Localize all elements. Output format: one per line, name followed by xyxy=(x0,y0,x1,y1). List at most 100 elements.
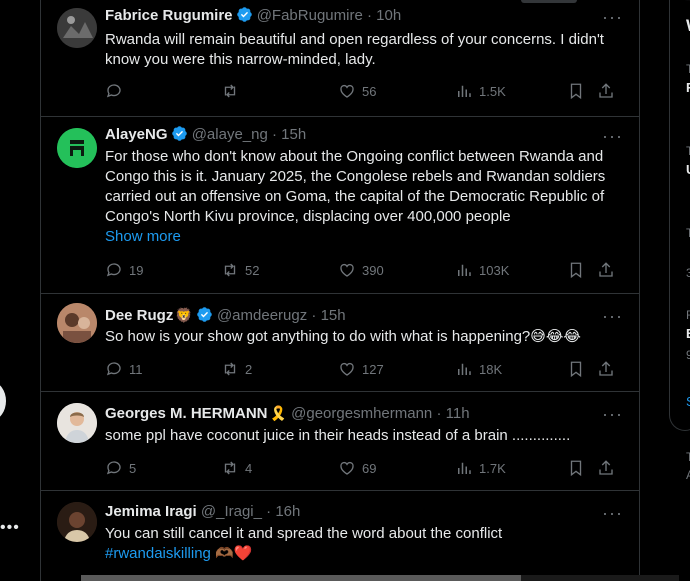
share-button[interactable] xyxy=(597,458,615,478)
separator-dot: · xyxy=(311,307,317,324)
tweet-text: You can still cancel it and spread the w… xyxy=(105,525,503,542)
retweet-button[interactable]: 52 xyxy=(221,260,259,280)
left-more-icon[interactable]: ••• xyxy=(0,520,20,536)
tweet[interactable]: Dee Rugz 🦁 @amdeerugz · 15h ··· So how is… xyxy=(41,293,639,392)
views-button[interactable]: 1.5K xyxy=(455,81,506,101)
lion-emoji-badge: 🦁 xyxy=(175,307,193,323)
sidebar-footer-fragment[interactable]: A xyxy=(686,468,690,482)
tweet-header: Jemima Iragi @_Iragi_ · 16h xyxy=(105,502,300,522)
left-sidebar-edge: ••• xyxy=(0,0,40,581)
tweet-header: Fabrice Rugumire @FabRugumire · 10h xyxy=(105,6,401,26)
display-name[interactable]: Fabrice Rugumire xyxy=(105,7,233,24)
user-handle[interactable]: @FabRugumire xyxy=(257,7,363,24)
retweet-icon xyxy=(224,461,236,475)
scrollbar-thumb[interactable] xyxy=(81,575,521,581)
bookmark-button[interactable] xyxy=(567,359,585,379)
heart-icon xyxy=(340,84,354,98)
separator-dot: · xyxy=(436,405,442,422)
reply-button[interactable]: 19 xyxy=(105,260,143,280)
timestamp[interactable]: 16h xyxy=(275,503,300,520)
emoji-text: 🫶🏾❤️ xyxy=(215,545,253,562)
sidebar-fragment[interactable]: E xyxy=(686,326,690,341)
tweet-text: some ppl have coconut juice in their hea… xyxy=(105,427,571,444)
tweet-text-line2: #rwandaiskilling 🫶🏾❤️ xyxy=(105,544,625,564)
more-options-icon[interactable]: ··· xyxy=(602,307,623,325)
sidebar-fragment: T xyxy=(686,226,690,240)
bookmark-button[interactable] xyxy=(567,81,585,101)
avatar[interactable] xyxy=(57,403,97,443)
share-icon xyxy=(599,460,613,475)
tweet[interactable]: Fabrice Rugumire @FabRugumire · 10h ··· … xyxy=(41,0,639,117)
sidebar-footer-fragment[interactable]: T xyxy=(686,450,690,464)
display-name[interactable]: Jemima Iragi xyxy=(105,503,197,520)
sidebar-fragment: T xyxy=(686,62,690,76)
tweet-actions: 5 4 69 1.7K xyxy=(105,458,623,478)
share-button[interactable] xyxy=(597,81,615,101)
reply-icon xyxy=(106,84,121,98)
horizontal-scrollbar[interactable] xyxy=(81,575,679,581)
bookmark-icon xyxy=(570,460,582,477)
bookmark-button[interactable] xyxy=(567,458,585,478)
timestamp[interactable]: 11h xyxy=(446,405,470,422)
reply-button[interactable]: 5 xyxy=(105,458,136,478)
like-button[interactable]: 390 xyxy=(338,260,384,280)
timestamp[interactable]: 15h xyxy=(321,307,346,324)
tweet[interactable]: Jemima Iragi @_Iragi_ · 16h ··· You can … xyxy=(41,490,639,581)
views-icon xyxy=(458,363,471,375)
sidebar-fragment[interactable]: U xyxy=(686,162,690,177)
display-name[interactable]: AlayeNG xyxy=(105,126,168,143)
retweet-button[interactable]: 2 xyxy=(221,359,252,379)
sidebar-show-more-link[interactable]: S xyxy=(686,394,690,409)
like-button[interactable]: 69 xyxy=(338,458,376,478)
views-icon xyxy=(458,85,471,97)
like-button[interactable]: 56 xyxy=(338,81,376,101)
display-name[interactable]: Dee Rugz xyxy=(105,307,173,324)
tweet-header: AlayeNG @alaye_ng · 15h xyxy=(105,125,306,145)
user-handle[interactable]: @alaye_ng xyxy=(192,126,268,143)
sidebar-fragment: 3 xyxy=(686,266,690,280)
more-options-icon[interactable]: ··· xyxy=(602,8,623,26)
retweet-button[interactable]: 4 xyxy=(221,458,252,478)
retweet-icon xyxy=(224,362,236,376)
show-more-link[interactable]: Show more xyxy=(105,227,625,247)
verified-badge-icon xyxy=(197,307,212,322)
sidebar-fragment[interactable]: F xyxy=(686,80,690,95)
more-options-icon[interactable]: ··· xyxy=(602,405,623,423)
views-button[interactable]: 1.7K xyxy=(455,458,506,478)
retweet-button[interactable] xyxy=(221,81,245,101)
views-icon xyxy=(458,462,471,474)
views-button[interactable]: 103K xyxy=(455,260,509,280)
user-handle[interactable]: @amdeerugz xyxy=(217,307,307,324)
reply-button[interactable]: 11 xyxy=(105,359,143,379)
sidebar-heading-fragment: W xyxy=(686,16,690,36)
sidebar-fragment: F xyxy=(686,308,690,322)
avatar[interactable] xyxy=(57,128,97,168)
user-handle[interactable]: @georgesmhermann xyxy=(291,405,432,422)
avatar[interactable] xyxy=(57,303,97,343)
reply-feed: Fabrice Rugumire @FabRugumire · 10h ··· … xyxy=(40,0,679,581)
more-options-icon[interactable]: ··· xyxy=(602,127,623,145)
tweet-text: For those who don't know about the Ongoi… xyxy=(105,148,606,225)
separator-dot: · xyxy=(272,126,277,143)
share-button[interactable] xyxy=(597,359,615,379)
hashtag-link[interactable]: #rwandaiskilling xyxy=(105,545,211,562)
like-button[interactable]: 127 xyxy=(338,359,384,379)
more-options-icon[interactable]: ··· xyxy=(602,504,623,522)
heart-icon xyxy=(340,263,354,277)
avatar[interactable] xyxy=(57,502,97,542)
views-button[interactable]: 18K xyxy=(455,359,502,379)
tweet[interactable]: Georges M. HERMANN 🎗️ @georgesmhermann · … xyxy=(41,391,639,491)
left-avatar-fragment[interactable] xyxy=(0,382,6,420)
timestamp[interactable]: 15h xyxy=(281,126,306,143)
share-button[interactable] xyxy=(597,260,615,280)
user-handle[interactable]: @_Iragi_ xyxy=(201,503,262,520)
display-name[interactable]: Georges M. HERMANN xyxy=(105,405,268,422)
timestamp[interactable]: 10h xyxy=(376,7,401,24)
share-icon xyxy=(599,361,613,376)
reply-button[interactable] xyxy=(105,81,129,101)
tweet-text: So how is your show got anything to do w… xyxy=(105,328,581,345)
bookmark-button[interactable] xyxy=(567,260,585,280)
tweet[interactable]: AlayeNG @alaye_ng · 15h ··· For those wh… xyxy=(41,116,639,294)
ribbon-emoji-badge: 🎗️ xyxy=(269,405,287,421)
avatar[interactable] xyxy=(57,8,97,48)
